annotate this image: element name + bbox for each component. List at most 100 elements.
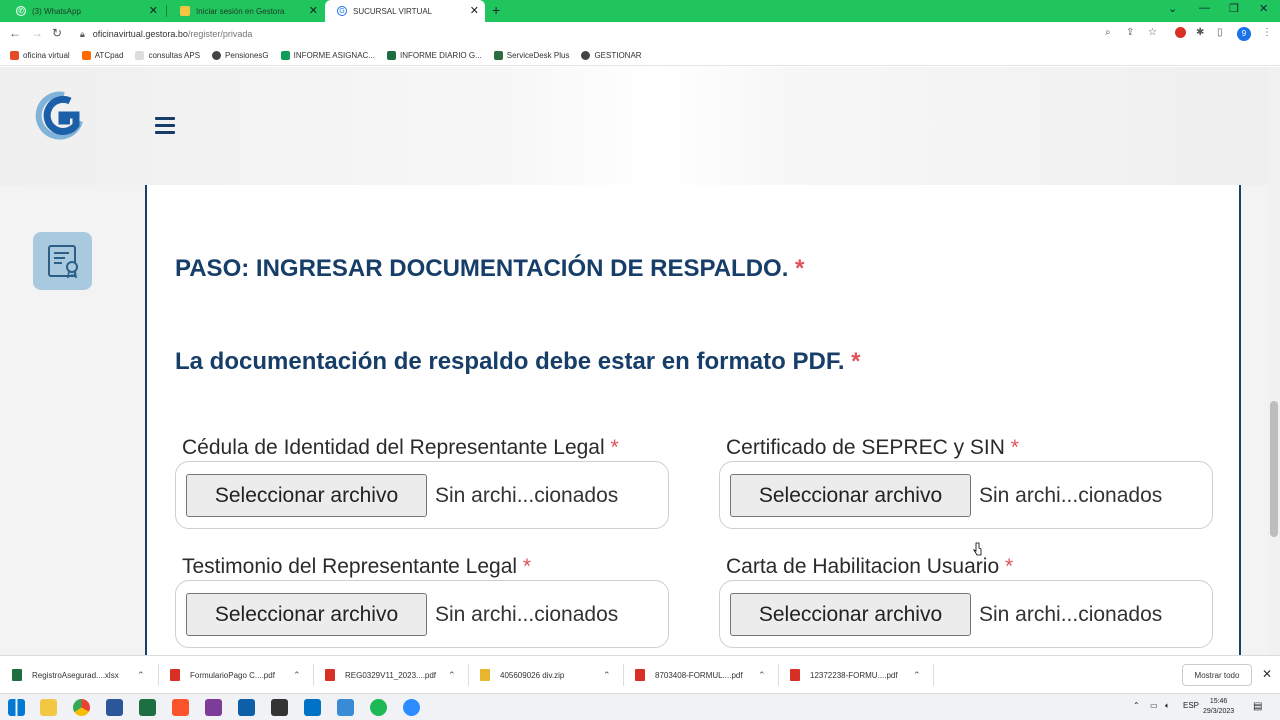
- chrome-icon[interactable]: [73, 699, 90, 716]
- required-mark: *: [1010, 436, 1019, 459]
- brave-icon[interactable]: [172, 699, 189, 716]
- page-scrollbar[interactable]: [1268, 67, 1280, 655]
- download-item[interactable]: RegistroAsegurad....xlsx ⌃: [12, 664, 152, 686]
- site-header: [0, 67, 1268, 185]
- close-downloads-icon[interactable]: ✕: [1262, 667, 1272, 681]
- bookmark-informe-asignac[interactable]: INFORME ASIGNAC...: [280, 51, 375, 60]
- download-item[interactable]: 405609026 div.zip ⌃: [480, 664, 620, 686]
- select-file-button[interactable]: Seleccionar archivo: [186, 593, 427, 636]
- outlook-icon[interactable]: [304, 699, 321, 716]
- tab-search-icon[interactable]: ⌄: [1168, 2, 1177, 15]
- show-all-downloads-button[interactable]: Mostrar todo: [1182, 664, 1252, 686]
- tab-gestora-login[interactable]: Iniciar sesión en Gestora ✕: [168, 0, 324, 22]
- app-icon[interactable]: [238, 699, 255, 716]
- scrollbar-thumb[interactable]: [1270, 401, 1278, 537]
- minimize-icon[interactable]: —: [1199, 2, 1210, 14]
- bookmark-servicedesk[interactable]: ServiceDesk Plus: [493, 51, 569, 60]
- download-item[interactable]: 8703408-FORMUL....pdf ⌃: [635, 664, 775, 686]
- field-label-text: Carta de Habilitacion Usuario: [726, 555, 1000, 578]
- required-mark: *: [795, 255, 805, 282]
- select-file-button[interactable]: Seleccionar archivo: [730, 593, 971, 636]
- zoom-icon[interactable]: [403, 699, 420, 716]
- bookmark-consultas-aps[interactable]: consultas APS: [135, 51, 200, 60]
- bookmark-atcpad[interactable]: ATCpad: [81, 51, 123, 60]
- field-label-text: Testimonio del Representante Legal: [182, 555, 518, 578]
- download-item[interactable]: REG0329V11_2023....pdf ⌃: [325, 664, 465, 686]
- tab-sucursal-virtual[interactable]: G SUCURSAL VIRTUAL ✕: [325, 0, 485, 22]
- file-status: Sin archi...cionados: [435, 484, 619, 507]
- clock[interactable]: 15:46 29/3/2023: [1203, 697, 1234, 717]
- reload-icon[interactable]: ↻: [52, 26, 62, 40]
- chevron-up-icon[interactable]: ⌃: [448, 670, 456, 681]
- close-tab-icon[interactable]: ✕: [149, 4, 158, 17]
- profile-avatar[interactable]: 9: [1237, 27, 1251, 41]
- word-icon[interactable]: [106, 699, 123, 716]
- bookmark-gestionar[interactable]: GESTIONAR: [581, 51, 642, 60]
- battery-icon: ▭: [1150, 701, 1158, 710]
- forward-icon[interactable]: →: [31, 26, 43, 40]
- extensions-puzzle-icon[interactable]: ✱: [1196, 27, 1204, 38]
- field-label-text: Cédula de Identidad del Representante Le…: [182, 436, 605, 459]
- hamburger-menu-icon[interactable]: [155, 117, 175, 135]
- menu-kebab-icon[interactable]: ⋮: [1262, 27, 1272, 38]
- new-tab-button[interactable]: +: [492, 2, 500, 18]
- download-item[interactable]: FormularioPago C....pdf ⌃: [170, 664, 310, 686]
- excel-icon: [386, 51, 396, 60]
- gestora-logo[interactable]: [34, 91, 84, 141]
- select-file-button[interactable]: Seleccionar archivo: [186, 474, 427, 517]
- field-label-carta: Carta de Habilitacion Usuario *: [726, 556, 1206, 578]
- close-tab-icon[interactable]: ✕: [309, 4, 318, 17]
- app-icon[interactable]: [271, 699, 288, 716]
- volume-icon[interactable]: 🔈︎: [1165, 701, 1170, 711]
- zoom-icon[interactable]: ⌕: [1105, 27, 1111, 38]
- bookmark-pensionesg[interactable]: PensionesG: [212, 51, 269, 60]
- tab-whatsapp[interactable]: ✆ (3) WhatsApp ✕: [4, 0, 164, 22]
- bookmark-label: consultas APS: [148, 51, 201, 60]
- pdf-file-icon: [790, 669, 800, 681]
- close-tab-icon[interactable]: ✕: [470, 4, 479, 17]
- document-certificate-icon[interactable]: [33, 232, 92, 290]
- clock-date: 29/3/2023: [1203, 708, 1235, 715]
- gestora-icon: [180, 6, 190, 16]
- download-item[interactable]: 12372238-FORMU....pdf ⌃: [790, 664, 930, 686]
- bookmark-star-icon[interactable]: ☆: [1148, 27, 1157, 38]
- file-input-carta: Seleccionar archivo Sin archi...cionados: [719, 580, 1213, 648]
- bookmark-oficina-virtual[interactable]: oficina virtual: [10, 51, 70, 60]
- excel-icon[interactable]: [139, 699, 156, 716]
- pdf-file-icon: [170, 669, 180, 681]
- file-status: Sin archi...cionados: [979, 603, 1163, 626]
- chevron-up-icon[interactable]: ⌃: [137, 670, 145, 681]
- bookmark-label: oficina virtual: [23, 51, 70, 60]
- tray-chevron-icon[interactable]: ⌃: [1133, 701, 1140, 710]
- file-status: Sin archi...cionados: [435, 603, 619, 626]
- chevron-up-icon[interactable]: ⌃: [293, 670, 301, 681]
- file-explorer-icon[interactable]: [40, 699, 57, 716]
- format-note: La documentación de respaldo debe estar …: [175, 348, 861, 376]
- chevron-up-icon[interactable]: ⌃: [758, 670, 766, 681]
- bookmark-icon: [10, 51, 19, 60]
- share-icon[interactable]: ⇪: [1126, 27, 1134, 38]
- photos-icon[interactable]: [337, 699, 354, 716]
- field-label-seprec: Certificado de SEPREC y SIN *: [726, 437, 1186, 459]
- step-title-text: PASO: INGRESAR DOCUMENTACIÓN DE RESPALDO…: [175, 255, 789, 282]
- extension-icon[interactable]: [1175, 27, 1186, 38]
- maximize-icon[interactable]: ❐: [1229, 2, 1239, 15]
- chevron-up-icon[interactable]: ⌃: [913, 670, 921, 681]
- tab-label: SUCURSAL VIRTUAL: [353, 6, 433, 16]
- side-panel-icon[interactable]: ▯: [1217, 27, 1223, 38]
- chevron-up-icon[interactable]: ⌃: [603, 670, 611, 681]
- app-icon[interactable]: [205, 699, 222, 716]
- language-indicator[interactable]: ESP: [1183, 701, 1199, 710]
- windows-taskbar: ⌃ ▭ 🔈︎ ESP 15:46 29/3/2023 ▤: [0, 693, 1280, 720]
- address-bar[interactable]: 🔒︎ oficinavirtual.gestora.bo/register/pr…: [74, 24, 1174, 44]
- bookmark-icon: [135, 51, 145, 60]
- select-file-button[interactable]: Seleccionar archivo: [730, 474, 971, 517]
- windows-start-icon[interactable]: [8, 699, 25, 716]
- file-status: Sin archi...cionados: [979, 484, 1163, 507]
- bookmark-informe-diario[interactable]: INFORME DIARIO G...: [386, 51, 482, 60]
- notifications-icon[interactable]: ▤: [1253, 701, 1262, 712]
- close-window-icon[interactable]: ✕: [1259, 2, 1268, 15]
- zip-file-icon: [480, 669, 490, 681]
- spotify-icon[interactable]: [370, 699, 387, 716]
- back-icon[interactable]: ←: [9, 26, 21, 40]
